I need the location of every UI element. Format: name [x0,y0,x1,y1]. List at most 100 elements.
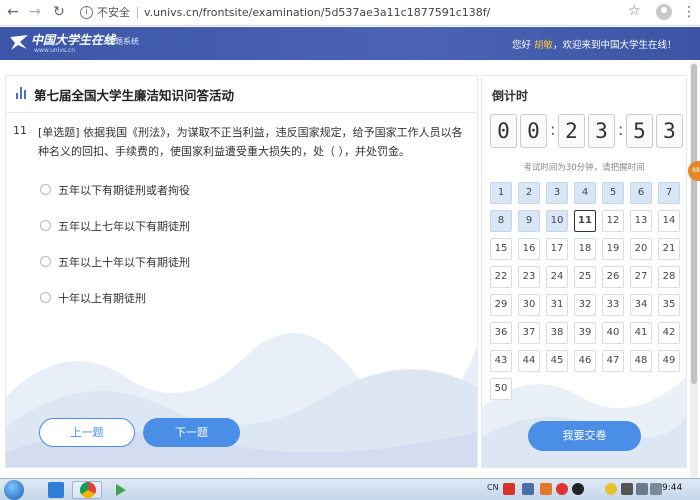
question-nav-cell[interactable]: 9 [518,210,540,232]
timer-digit: 3 [656,114,683,148]
sogou-input-icon[interactable] [503,483,515,495]
question-nav-cell[interactable]: 32 [574,294,596,316]
question-nav-cell[interactable]: 40 [602,322,624,344]
question-nav-cell[interactable]: 31 [546,294,568,316]
address-separator [137,7,138,19]
radio-button[interactable] [40,184,51,195]
question-nav-cell[interactable]: 11 [574,210,596,232]
site-header: 中国大学生在线 www.univs.cn 答题系统 您好 胡敏，欢迎来到中国大学… [0,27,700,60]
qq-icon[interactable] [572,483,584,495]
question-nav-cell[interactable]: 48 [630,350,652,372]
tray-app-icon[interactable] [621,483,633,495]
option-label[interactable]: 五年以上十年以下有期徒刑 [58,254,190,270]
question-nav-cell[interactable]: 2 [518,182,540,204]
reload-icon[interactable]: ↻ [50,3,68,21]
radio-button[interactable] [40,292,51,303]
question-nav-cell[interactable]: 24 [546,266,568,288]
question-nav-cell[interactable]: 13 [630,210,652,232]
question-nav-cell[interactable]: 1 [490,182,512,204]
back-arrow-icon[interactable]: ← [4,3,22,21]
exam-title: 第七届全国大学生廉洁知识问答活动 [34,88,235,103]
question-nav-cell[interactable]: 29 [490,294,512,316]
title-divider [6,112,477,113]
question-nav-cell[interactable]: 26 [602,266,624,288]
question-nav-cell[interactable]: 41 [630,322,652,344]
submit-exam-button[interactable]: 我要交卷 [528,421,641,451]
question-nav-cell[interactable]: 44 [518,350,540,372]
previous-question-button[interactable]: 上一题 [39,418,135,447]
question-nav-cell[interactable]: 12 [602,210,624,232]
question-nav-cell[interactable]: 5 [602,182,624,204]
scrollbar-thumb[interactable] [691,64,697,384]
question-nav-cell[interactable]: 37 [518,322,540,344]
question-nav-cell[interactable]: 7 [658,182,680,204]
question-nav-cell[interactable]: 39 [574,322,596,344]
question-nav-cell[interactable]: 38 [546,322,568,344]
account-avatar-icon[interactable] [656,4,672,20]
logo-text[interactable]: 中国大学生在线 [31,31,115,48]
option-label[interactable]: 十年以上有期徒刑 [58,290,146,306]
url-text[interactable]: v.univs.cn/frontsite/examination/5d537ae… [144,3,490,23]
question-nav-cell[interactable]: 23 [518,266,540,288]
ie-browser-icon[interactable] [48,482,64,498]
question-nav-cell[interactable]: 19 [602,238,624,260]
option-label[interactable]: 五年以上七年以下有期徒刑 [58,218,190,234]
address-bar[interactable]: i 不安全 v.univs.cn/frontsite/examination/5… [76,3,652,23]
question-nav-cell[interactable]: 46 [574,350,596,372]
chrome-browser-icon[interactable] [80,482,96,498]
question-number: 11 [13,124,27,137]
question-nav-cell[interactable]: 33 [602,294,624,316]
question-nav-cell[interactable]: 22 [490,266,512,288]
question-nav-cell[interactable]: 6 [630,182,652,204]
question-nav-cell[interactable]: 4 [574,182,596,204]
username[interactable]: 胡敏 [534,40,553,51]
taskbar-clock[interactable]: 9:44 [662,483,682,493]
next-question-button[interactable]: 下一题 [143,418,240,447]
question-nav-cell[interactable]: 43 [490,350,512,372]
question-nav-cell[interactable]: 8 [490,210,512,232]
tray-app-icon[interactable] [522,483,534,495]
question-nav-cell[interactable]: 45 [546,350,568,372]
question-nav-cell[interactable]: 17 [546,238,568,260]
volume-icon[interactable] [650,483,662,495]
forward-arrow-icon[interactable]: → [26,3,44,21]
bookmark-star-icon[interactable]: ☆ [628,3,641,19]
timer-digit: 0 [490,114,517,148]
question-nav-cell[interactable]: 3 [546,182,568,204]
question-nav-cell[interactable]: 49 [658,350,680,372]
question-nav-cell[interactable]: 15 [490,238,512,260]
question-nav-cell[interactable]: 14 [658,210,680,232]
language-indicator[interactable]: CN [487,483,499,492]
info-icon[interactable]: i [80,6,93,19]
question-nav-cell[interactable]: 47 [602,350,624,372]
question-nav-cell[interactable]: 27 [630,266,652,288]
network-icon[interactable] [636,483,648,495]
start-button-icon[interactable] [4,480,24,500]
question-nav-cell[interactable]: 42 [658,322,680,344]
question-nav-cell[interactable]: 30 [518,294,540,316]
countdown-timer: 0 0 : 2 3 : 5 3 [490,114,683,150]
timer-digit: 5 [626,114,653,148]
timer-note: 考试时间为30分钟，请把握时间 [523,163,645,173]
question-nav-cell[interactable]: 34 [630,294,652,316]
question-nav-cell[interactable]: 35 [658,294,680,316]
question-nav-cell[interactable]: 10 [546,210,568,232]
question-nav-cell[interactable]: 20 [630,238,652,260]
option-label[interactable]: 五年以下有期徒刑或者拘役 [58,182,190,198]
radio-button[interactable] [40,256,51,267]
question-nav-cell[interactable]: 36 [490,322,512,344]
question-nav-cell[interactable]: 50 [490,378,512,400]
question-nav-cell[interactable]: 28 [658,266,680,288]
tray-app-icon[interactable] [540,483,552,495]
question-nav-cell[interactable]: 25 [574,266,596,288]
tray-app-icon[interactable] [605,483,617,495]
radio-button[interactable] [40,220,51,231]
question-nav-cell[interactable]: 21 [658,238,680,260]
question-nav-cell[interactable]: 16 [518,238,540,260]
greeting-suffix: ，欢迎来到中国大学生在线！ [553,40,677,51]
browser-menu-icon[interactable]: ⋮ [682,3,696,21]
tray-app-icon[interactable] [556,483,568,495]
media-player-icon[interactable] [113,482,129,498]
countdown-panel: 倒计时 0 0 : 2 3 : 5 3 考试时间为30分钟，请把握时间 1234… [481,75,687,468]
question-nav-cell[interactable]: 18 [574,238,596,260]
